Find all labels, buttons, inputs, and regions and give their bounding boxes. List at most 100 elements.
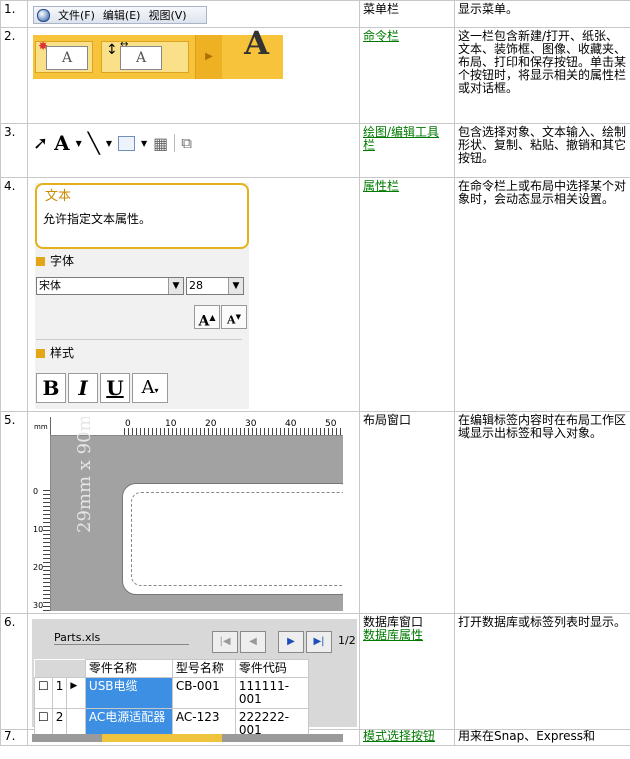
select-arrow-icon[interactable]: ➚ bbox=[33, 134, 48, 152]
feature-description: 打开数据库或标签列表时显示。 bbox=[454, 613, 630, 730]
database-properties-link[interactable]: 数据库属性 bbox=[363, 628, 423, 642]
row-number: 7. bbox=[0, 729, 28, 746]
section-bullet-icon bbox=[36, 349, 45, 358]
separator bbox=[174, 134, 176, 152]
chevron-down-icon: ▼ bbox=[168, 278, 183, 294]
feature-name: 菜单栏 bbox=[359, 0, 455, 28]
shrink-font-button[interactable]: A▼ bbox=[221, 305, 247, 329]
mode-select-link[interactable]: 模式选择按钮 bbox=[363, 731, 435, 744]
dropdown-icon[interactable]: ▼ bbox=[141, 137, 147, 150]
feature-description: 用来在Snap、Express和 bbox=[454, 729, 630, 746]
first-record-button[interactable]: |◀ bbox=[212, 631, 238, 653]
column-header[interactable]: 零件名称 bbox=[84, 659, 173, 678]
row-number: 5. bbox=[0, 411, 28, 614]
label-icon: A bbox=[120, 46, 162, 70]
toolbar-link[interactable]: 绘图/编辑工具栏 bbox=[363, 125, 439, 152]
text-button-icon[interactable]: A bbox=[244, 27, 269, 59]
menu-view[interactable]: 视图(V) bbox=[148, 9, 186, 22]
text-callout: 文本 允许指定文本属性。 bbox=[35, 183, 249, 249]
feature-name: 布局窗口 bbox=[359, 411, 455, 614]
row-number: 4. bbox=[0, 177, 28, 412]
prev-record-button[interactable]: ◀ bbox=[240, 631, 266, 653]
app-icon bbox=[37, 8, 50, 22]
property-bar-link[interactable]: 属性栏 bbox=[363, 179, 399, 193]
draw-edit-toolbar: ➚ A ▼ ╲ ▼ ▼ ▦ ⧉ bbox=[33, 130, 356, 156]
bold-button[interactable]: B bbox=[36, 373, 66, 403]
menu-file[interactable]: 文件(F) bbox=[58, 9, 95, 22]
size-value: 28 bbox=[189, 279, 203, 292]
panel-subtitle: 允许指定文本属性。 bbox=[43, 212, 152, 226]
underline-button[interactable]: U bbox=[100, 373, 130, 403]
table-row[interactable]: ☐ 1 ▶ USB电缆 CB-001 111111-001 bbox=[34, 677, 309, 709]
table-cell[interactable]: CB-001 bbox=[171, 677, 236, 709]
ruler-label: 0 bbox=[125, 419, 131, 429]
font-select[interactable]: 宋体 ▼ bbox=[36, 277, 184, 295]
feature-description: 在编辑标签内容时在布局工作区域显示出标签和导入对象。 bbox=[454, 411, 630, 614]
column-header[interactable]: 零件代码 bbox=[234, 659, 309, 678]
vertical-size-icon: ↕ bbox=[106, 42, 118, 58]
label-dimension: 29mm x 90mm bbox=[74, 417, 95, 533]
rectangle-tool-icon[interactable] bbox=[117, 135, 135, 151]
row-checkbox[interactable]: ☐ bbox=[34, 677, 53, 709]
mode-bar bbox=[32, 734, 343, 742]
table-row: 5. mm 0 10 20 30 40 50 0 10 20 30 29mm x… bbox=[0, 411, 630, 614]
table-tool-icon[interactable]: ▦ bbox=[153, 135, 168, 151]
table-row: 3. ➚ A ▼ ╲ ▼ ▼ ▦ ⧉ 绘图/编辑工具栏 包含选择对象、文本输入、… bbox=[0, 123, 630, 178]
size-select[interactable]: 28 ▼ bbox=[186, 277, 244, 295]
feature-table: 1. 文件(F) 编辑(E) 视图(V) 菜单栏 显示菜单。 2. ✸ A ↕ … bbox=[0, 0, 630, 746]
ruler-ticks bbox=[124, 428, 343, 435]
ruler-label: 50 bbox=[325, 419, 337, 429]
left-ruler: 0 10 20 30 bbox=[32, 435, 51, 611]
table-cell[interactable]: 111111-001 bbox=[234, 677, 309, 709]
column-header[interactable]: 型号名称 bbox=[171, 659, 236, 678]
database-window-screenshot: Parts.xls |◀ ◀ ▶ ▶| 1/2 零件名称 型号名称 零件代码 ☐… bbox=[27, 613, 360, 740]
command-bar-screenshot: ✸ A ↕ ↔ A ▶ A bbox=[27, 27, 360, 124]
font-value: 宋体 bbox=[39, 279, 61, 292]
next-record-button[interactable]: ▶ bbox=[278, 631, 304, 653]
ruler-label: 30 bbox=[245, 419, 257, 429]
ruler-label: 40 bbox=[285, 419, 297, 429]
feature-description: 在命令栏上或布局中选择某个对象时，会动态显示相关设置。 bbox=[454, 177, 630, 412]
divider bbox=[36, 339, 242, 340]
chevron-down-icon: ▼ bbox=[228, 278, 243, 294]
dropdown-icon[interactable]: ▼ bbox=[76, 137, 82, 150]
command-bar: ✸ A ↕ ↔ A ▶ A bbox=[33, 27, 283, 79]
expand-arrow-icon[interactable]: ▶ bbox=[195, 35, 222, 79]
text-tool-icon[interactable]: A bbox=[54, 133, 70, 153]
feature-description: 这一栏包含新建/打开、纸张、文本、装饰框、图像、收藏夹、布局、打印和保存按钮。单… bbox=[454, 27, 630, 124]
last-record-button[interactable]: ▶| bbox=[306, 631, 332, 653]
command-bar-link[interactable]: 命令栏 bbox=[363, 29, 399, 43]
ruler-unit: mm bbox=[34, 423, 48, 431]
outline-style-button[interactable]: A▾ bbox=[132, 373, 168, 403]
table-row: 1. 文件(F) 编辑(E) 视图(V) 菜单栏 显示菜单。 bbox=[0, 0, 630, 28]
paper-button[interactable]: ↕ ↔ A bbox=[101, 39, 189, 73]
menu-bar: 文件(F) 编辑(E) 视图(V) bbox=[33, 6, 207, 24]
copy-tool-icon[interactable]: ⧉ bbox=[181, 135, 192, 150]
section-bullet-icon bbox=[36, 257, 45, 266]
dropdown-icon[interactable]: ▼ bbox=[106, 137, 112, 150]
table-cell[interactable]: USB电缆 bbox=[84, 677, 173, 709]
database-window: Parts.xls |◀ ◀ ▶ ▶| 1/2 零件名称 型号名称 零件代码 ☐… bbox=[32, 619, 357, 740]
database-table: 零件名称 型号名称 零件代码 ☐ 1 ▶ USB电缆 CB-001 111111… bbox=[34, 659, 309, 740]
menubar-screenshot: 文件(F) 编辑(E) 视图(V) bbox=[27, 0, 360, 28]
property-bar-screenshot: 文本 允许指定文本属性。 字体 宋体 ▼ 28 ▼ A▲ A▼ 样式 B I U A… bbox=[27, 177, 360, 412]
italic-button[interactable]: I bbox=[68, 373, 98, 403]
label-icon: A bbox=[46, 46, 88, 70]
property-panel: 文本 允许指定文本属性。 字体 宋体 ▼ 28 ▼ A▲ A▼ 样式 B I U A… bbox=[35, 183, 249, 409]
ruler-label: 20 bbox=[205, 419, 217, 429]
layout-window-screenshot: mm 0 10 20 30 40 50 0 10 20 30 29mm x 90… bbox=[27, 411, 360, 614]
row-number: 2. bbox=[0, 27, 28, 124]
font-section-heading: 字体 bbox=[36, 255, 74, 268]
mode-button[interactable] bbox=[102, 734, 222, 742]
row-index: 1 bbox=[51, 677, 68, 709]
panel-title: 文本 bbox=[45, 189, 72, 204]
grow-font-button[interactable]: A▲ bbox=[194, 305, 220, 330]
chevron-down-icon: ▾ bbox=[154, 386, 159, 395]
menu-edit[interactable]: 编辑(E) bbox=[103, 9, 141, 22]
line-tool-icon[interactable]: ╲ bbox=[88, 133, 100, 153]
label-canvas[interactable] bbox=[122, 483, 343, 595]
table-row: 2. ✸ A ↕ ↔ A ▶ A 命令栏 这一栏包含新建/打开、纸张、文本、装饰… bbox=[0, 27, 630, 124]
ruler-ticks bbox=[43, 487, 50, 611]
layout-window: mm 0 10 20 30 40 50 0 10 20 30 29mm x 90… bbox=[32, 417, 343, 611]
new-open-button[interactable]: ✸ A bbox=[35, 40, 93, 73]
